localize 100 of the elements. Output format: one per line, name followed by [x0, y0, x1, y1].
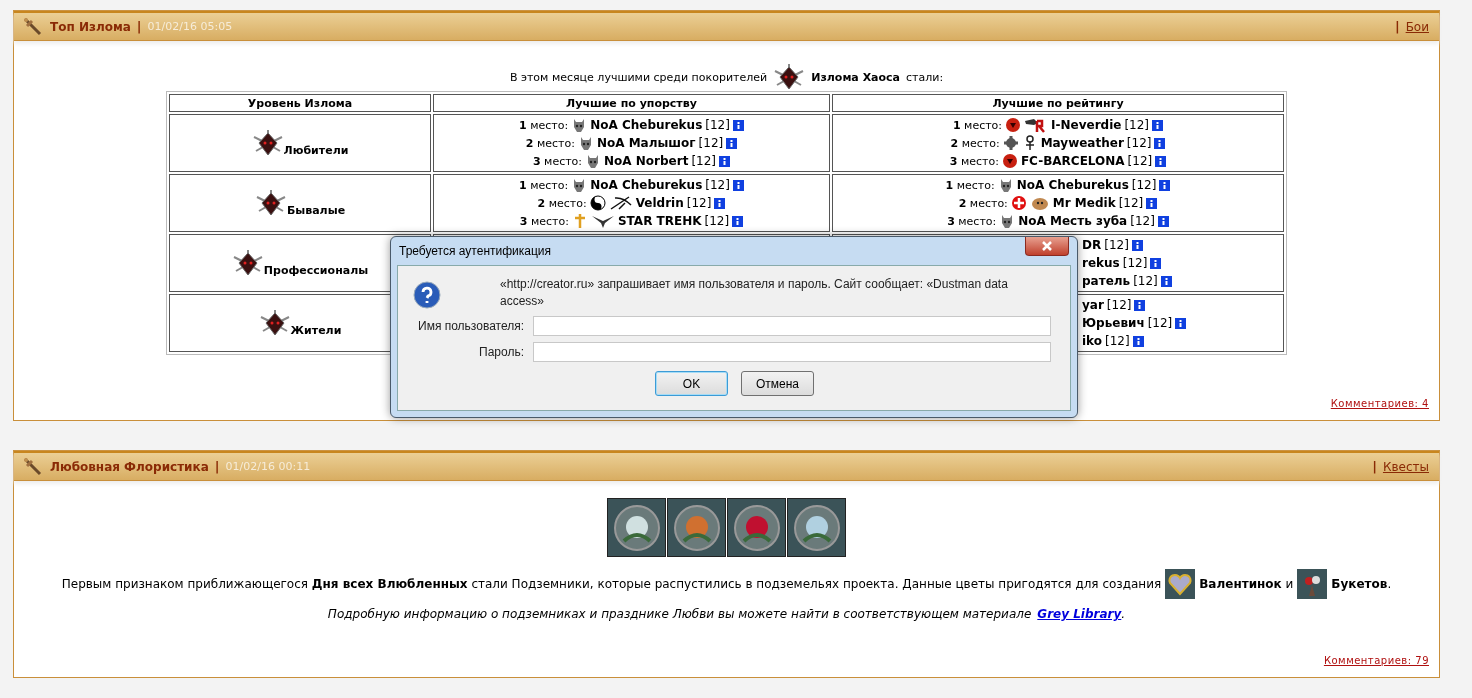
player-level: [12] — [1104, 238, 1129, 252]
intro-highlight: Излома Хаоса — [811, 70, 901, 84]
player-name: Mayweather — [1040, 136, 1124, 150]
info-icon[interactable] — [732, 119, 744, 131]
close-button[interactable] — [1025, 237, 1069, 256]
place-label: 3 место: — [532, 154, 583, 168]
player-level: [12] — [704, 214, 730, 228]
note-end: . — [1121, 607, 1126, 621]
input-field[interactable] — [533, 342, 1051, 362]
category-link[interactable]: Бои — [1405, 19, 1429, 34]
info-icon[interactable] — [726, 137, 738, 149]
place-label: 2 место: — [525, 136, 575, 150]
info-icon[interactable] — [732, 215, 744, 227]
article-text: Первым признаком приближающегося Дня всех Влюбленных стали Подземники, которые распустились в подземельях проекта. Данные цветы пригодятся для создания — [61, 577, 1162, 591]
player-name: NoA Cheburekus — [590, 178, 703, 192]
separator: | — [214, 459, 220, 474]
emblem-icon — [258, 309, 291, 337]
dialog-button[interactable]: Отмена — [741, 371, 814, 396]
player-level: [12] — [1122, 256, 1148, 270]
emblem-icon — [251, 129, 284, 157]
dialog-message: «http://creator.ru» запрашивает имя пользователя и пароль. Сайт сообщает: «Dustman data access» — [500, 276, 1009, 310]
heart-item-icon — [1165, 569, 1196, 599]
input-field[interactable] — [533, 316, 1051, 336]
info-icon[interactable] — [1159, 179, 1171, 191]
player-name: Mr Medik — [1052, 196, 1116, 210]
comments-link[interactable]: Комментариев: 79 — [1323, 655, 1429, 666]
library-link[interactable]: Grey Library — [1037, 607, 1122, 621]
separator: | — [136, 19, 142, 34]
info-icon[interactable] — [1160, 275, 1172, 287]
intro-text: стали: — [906, 70, 944, 84]
player-level: [12] — [1130, 214, 1155, 228]
field-label: Пароль: — [478, 345, 524, 359]
player-level: [12] — [705, 178, 730, 192]
player-name: iko — [1082, 334, 1102, 348]
info-icon[interactable] — [1131, 239, 1143, 251]
player-name: ратель — [1082, 274, 1131, 288]
player-level: [12] — [698, 136, 724, 150]
category-link[interactable]: Квесты — [1382, 459, 1429, 474]
player-name: I-Neverdie — [1051, 118, 1122, 132]
player-level: [12] — [1105, 334, 1130, 348]
flower-picture — [787, 498, 846, 557]
flower-picture — [727, 498, 786, 557]
dialog-title: Требуется аутентификация — [399, 244, 552, 258]
separator: | — [1372, 459, 1377, 474]
player-level: [12] — [1131, 178, 1157, 192]
info-icon[interactable] — [1157, 215, 1169, 227]
place-label: 3 место: — [519, 214, 569, 228]
player-name: yar — [1082, 298, 1104, 312]
info-icon[interactable] — [1154, 137, 1166, 149]
field-label: Имя пользователя: — [418, 319, 524, 333]
info-icon[interactable] — [732, 179, 744, 191]
info-icon[interactable] — [1175, 317, 1187, 329]
flower-picture — [667, 498, 726, 557]
dialog-button[interactable]: OK — [655, 371, 728, 396]
player-level: [12] — [1126, 136, 1152, 150]
player-name: Юрьевич — [1082, 316, 1145, 330]
article-text: Букетов. — [1331, 577, 1392, 591]
emblem-icon — [231, 249, 264, 277]
close-icon — [1041, 241, 1053, 251]
player-level: [12] — [1118, 196, 1144, 210]
round-emblem-icon — [1001, 153, 1018, 169]
player-name: NoA Cheburekus — [590, 118, 703, 132]
place-label: 2 место: — [950, 136, 1000, 150]
place-label: 2 место: — [958, 196, 1008, 210]
player-name: FC-BARCELONA — [1020, 154, 1125, 168]
column-header: Лучшие по рейтингу — [832, 94, 1284, 112]
level-name: Профессионалы — [263, 264, 369, 277]
emblem-icon — [254, 189, 287, 217]
round-emblem-icon — [1005, 117, 1022, 133]
info-icon[interactable] — [1152, 119, 1164, 131]
section-title: Любовная Флористика — [50, 459, 209, 474]
section-date: 01/02/16 05:05 — [147, 20, 233, 33]
info-icon[interactable] — [1134, 299, 1146, 311]
player-level: [12] — [1124, 118, 1150, 132]
yin-yang-icon — [589, 195, 606, 211]
place-label: 3 место: — [947, 214, 997, 228]
info-icon[interactable] — [1132, 335, 1144, 347]
info-icon[interactable] — [1155, 155, 1167, 167]
comments-link[interactable]: Комментариев: 4 — [1330, 398, 1429, 409]
place-label: 2 место: — [537, 196, 587, 210]
level-name: Любители — [283, 144, 349, 157]
level-name: Жители — [290, 324, 342, 337]
player-level: [12] — [1127, 154, 1153, 168]
info-icon[interactable] — [714, 197, 726, 209]
info-icon[interactable] — [1146, 197, 1158, 209]
info-icon[interactable] — [1150, 257, 1162, 269]
player-level: [12] — [686, 196, 712, 210]
player-name: STAR TREHK — [617, 214, 702, 228]
level-name: Бывалые — [286, 204, 346, 217]
place-label: 1 место: — [519, 118, 569, 132]
player-level: [12] — [691, 154, 717, 168]
player-name: NoA Малышог — [596, 136, 696, 150]
player-name: NoA Norbert — [604, 154, 689, 168]
blade-icon — [608, 195, 633, 211]
info-icon[interactable] — [719, 155, 731, 167]
player-level: [12] — [1133, 274, 1158, 288]
place-label: 1 место: — [945, 178, 995, 192]
column-header: Уровень Излома — [169, 94, 431, 112]
section-date: 01/02/16 00:11 — [225, 460, 311, 473]
player-level: [12] — [1106, 298, 1132, 312]
